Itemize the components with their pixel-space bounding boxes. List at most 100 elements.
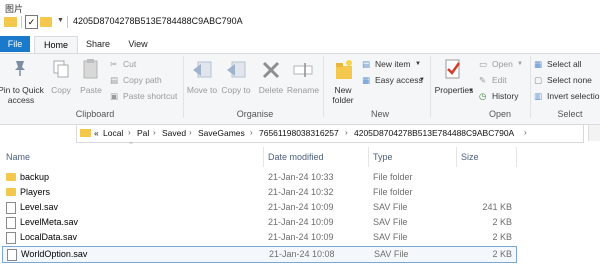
history-icon: ◷ [479, 91, 487, 101]
sort-ascending-icon: ⌃ [128, 142, 134, 149]
file-date: 21-Jan-24 10:08 [269, 249, 335, 259]
move-to-icon [193, 61, 212, 78]
file-type: SAV File [373, 202, 408, 212]
group-label-open: Open [488, 109, 512, 119]
edit-button[interactable]: Edit [492, 75, 507, 86]
table-row[interactable]: LocalData.sav 21-Jan-24 10:09 SAV File 2… [0, 230, 520, 245]
new-item-button[interactable]: New item [375, 59, 410, 70]
open-button[interactable]: Open [492, 59, 513, 70]
chevron-down-icon[interactable]: ▼ [57, 17, 64, 24]
chevron-down-icon[interactable]: ▼ [517, 59, 523, 70]
open-icon: ▭ [479, 59, 488, 69]
select-all-icon: ▦ [534, 59, 543, 69]
breadcrumb-prefix[interactable]: « [94, 128, 99, 138]
properties-icon [445, 59, 461, 79]
delete-button[interactable]: Delete [256, 85, 286, 95]
new-folder-quick-icon[interactable] [40, 17, 52, 27]
move-to-button[interactable]: Move to [186, 85, 218, 95]
properties-quick-icon[interactable]: ✓ [25, 15, 38, 29]
file-icon [6, 217, 16, 229]
history-button[interactable]: History [492, 91, 518, 102]
divider [323, 56, 324, 118]
chevron-down-icon[interactable]: ▼ [415, 59, 421, 70]
copy-path-button[interactable]: Copy path [123, 75, 162, 86]
table-row-selected[interactable]: WorldOption.sav 21-Jan-24 10:08 SAV File… [2, 246, 517, 263]
chevron-down-icon[interactable]: ▼ [419, 75, 425, 86]
address-dropdown-button[interactable] [588, 125, 600, 141]
folder-icon [6, 188, 16, 196]
copy-icon [53, 60, 69, 78]
chevron-right-icon[interactable]: › [128, 128, 131, 137]
chevron-right-icon[interactable]: › [524, 128, 527, 137]
file-date: 21-Jan-24 10:33 [268, 172, 334, 182]
column-divider[interactable] [456, 147, 457, 167]
edit-icon: ✎ [479, 75, 487, 85]
breadcrumb-pal[interactable]: Pal [137, 128, 149, 138]
file-size: 2 KB [492, 232, 512, 242]
folder-icon [6, 173, 16, 181]
rename-button[interactable]: Rename [286, 85, 320, 95]
tab-home[interactable]: Home [34, 36, 78, 53]
file-date: 21-Jan-24 10:32 [268, 187, 334, 197]
chevron-down-icon[interactable]: ▼ [468, 86, 474, 97]
column-divider[interactable] [516, 147, 517, 167]
invert-selection-button[interactable]: Invert selection [547, 91, 600, 102]
file-name: WorldOption.sav [21, 249, 88, 259]
chevron-right-icon[interactable]: › [189, 128, 192, 137]
breadcrumb-savegames[interactable]: SaveGames [198, 128, 245, 138]
chevron-right-icon[interactable]: › [250, 128, 253, 137]
folder-icon [80, 129, 91, 137]
breadcrumb-world-id[interactable]: 4205D8704278B513E784488C9ABC790A [354, 128, 514, 138]
file-type: SAV File [373, 217, 408, 227]
file-size: 2 KB [492, 249, 512, 259]
chevron-right-icon[interactable]: › [345, 128, 348, 137]
file-icon [6, 202, 16, 214]
rename-icon [293, 63, 313, 77]
file-date: 21-Jan-24 10:09 [268, 217, 334, 227]
table-row[interactable]: LevelMeta.sav 21-Jan-24 10:09 SAV File 2… [0, 215, 520, 230]
file-icon [7, 249, 17, 261]
column-header-size[interactable]: Size [461, 152, 479, 162]
window-path-title: 4205D8704278B513E784488C9ABC790A [73, 16, 243, 26]
select-none-button[interactable]: Select none [547, 75, 592, 86]
file-name: LevelMeta.sav [20, 217, 79, 227]
table-row[interactable]: Players 21-Jan-24 10:32 File folder [0, 185, 520, 200]
easy-access-button[interactable]: Easy access [375, 75, 423, 86]
file-name: backup [20, 172, 50, 182]
easy-access-icon: ▦ [362, 75, 371, 85]
group-label-select: Select [557, 109, 583, 119]
copy-button[interactable]: Copy [46, 85, 76, 95]
column-header-date[interactable]: Date modified [268, 152, 324, 162]
file-type: File folder [373, 187, 413, 197]
file-type: SAV File [374, 249, 409, 259]
column-header-type[interactable]: Type [373, 152, 393, 162]
tab-file[interactable]: File [0, 36, 30, 52]
breadcrumb-steam-id[interactable]: 76561198038316257 [259, 128, 339, 138]
select-all-button[interactable]: Select all [547, 59, 582, 70]
breadcrumb-saved[interactable]: Saved [162, 128, 186, 138]
column-divider[interactable] [263, 147, 264, 167]
divider [21, 16, 22, 28]
file-type: SAV File [373, 232, 408, 242]
tab-share[interactable]: Share [80, 36, 116, 52]
paste-shortcut-button[interactable]: Paste shortcut [123, 91, 177, 102]
chevron-right-icon[interactable]: › [153, 128, 156, 137]
new-item-icon: ▤ [362, 59, 371, 69]
new-folder-button[interactable]: New folder [328, 85, 358, 105]
pin-icon [15, 61, 25, 76]
paste-button[interactable]: Paste [76, 85, 106, 95]
pin-to-quick-access-button[interactable]: Pin to Quick access [0, 85, 44, 105]
cut-button[interactable]: Cut [123, 59, 136, 70]
tab-view[interactable]: View [120, 36, 156, 52]
column-divider[interactable] [368, 147, 369, 167]
copy-to-button[interactable]: Copy to [220, 85, 252, 95]
paste-shortcut-icon: ▣ [110, 91, 119, 101]
breadcrumb-local[interactable]: Local [103, 128, 123, 138]
divider [183, 56, 184, 118]
column-header-name[interactable]: Name [6, 152, 30, 162]
table-row[interactable]: backup 21-Jan-24 10:33 File folder [0, 170, 520, 185]
window-title: 图片 [5, 4, 24, 14]
table-row[interactable]: Level.sav 21-Jan-24 10:09 SAV File 241 K… [0, 200, 520, 215]
divider [530, 56, 531, 118]
file-name: LocalData.sav [20, 232, 78, 242]
